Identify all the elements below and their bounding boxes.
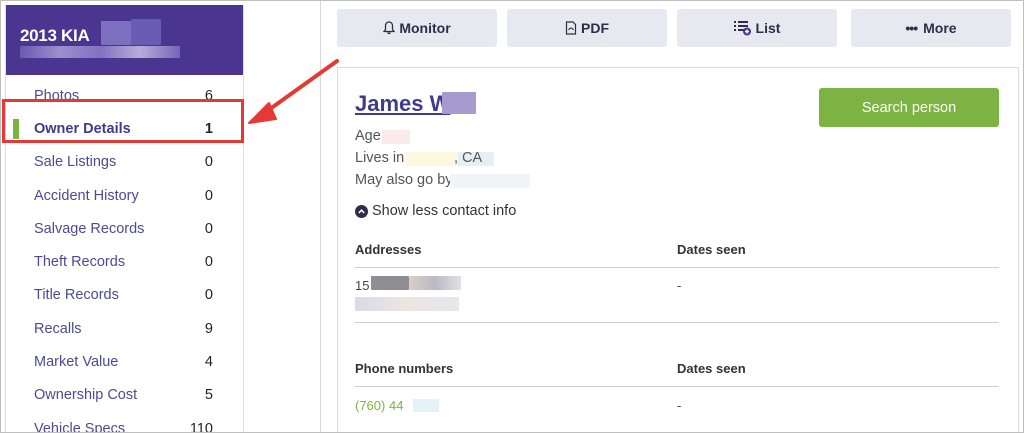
- address-redaction-2: [409, 276, 461, 290]
- sidebar-item-recalls[interactable]: Recalls 9: [6, 312, 243, 345]
- phones-header-rule: [355, 386, 999, 387]
- vehicle-header: 2013 KIA: [6, 5, 243, 75]
- age-redaction: [382, 130, 410, 144]
- address-redaction: [371, 276, 409, 290]
- content-divider: [320, 1, 321, 432]
- sidebar-item-label: Market Value: [34, 354, 119, 371]
- vehicle-title: 2013 KIA: [20, 26, 90, 45]
- surname-redaction: [442, 92, 476, 114]
- list-button[interactable]: List: [677, 9, 837, 47]
- addresses-bottom-rule: [355, 322, 999, 323]
- addresses-header: Addresses: [355, 242, 422, 257]
- aka-redaction: [450, 174, 530, 188]
- bell-icon: [383, 21, 396, 35]
- app-frame: 2013 KIA Photos 6 Owner Details 1 Sale L…: [0, 0, 1024, 433]
- sidebar-item-label: Ownership Cost: [34, 387, 138, 404]
- addresses-header-rule: [355, 267, 999, 268]
- sidebar-item-count: 0: [204, 187, 213, 204]
- search-person-button[interactable]: Search person: [819, 88, 999, 127]
- list-label: List: [755, 20, 781, 36]
- address-line-1: 15: [355, 278, 370, 293]
- city-redaction: [406, 152, 458, 166]
- sidebar-item-label: Title Records: [34, 287, 119, 304]
- sidebar-item-theft-records[interactable]: Theft Records 0: [6, 245, 243, 278]
- phone-numbers-header: Phone numbers: [355, 361, 454, 376]
- monitor-label: Monitor: [399, 20, 451, 36]
- ellipsis-icon: •••: [905, 20, 918, 36]
- report-sidebar: 2013 KIA Photos 6 Owner Details 1 Sale L…: [5, 5, 244, 433]
- add-to-list-icon: [733, 20, 752, 36]
- pdf-file-icon: [565, 21, 577, 35]
- sidebar-item-label: Accident History: [34, 187, 139, 204]
- phone-number-link[interactable]: (760) 44: [355, 398, 403, 413]
- pdf-button[interactable]: PDF: [507, 9, 667, 47]
- sidebar-item-label: Theft Records: [34, 254, 126, 271]
- sidebar-item-count: 0: [204, 254, 213, 271]
- sidebar-item-sale-listings[interactable]: Sale Listings 0: [6, 146, 243, 179]
- sidebar-item-count: 0: [204, 220, 213, 237]
- sidebar-item-count: 0: [204, 154, 213, 171]
- sidebar-item-count: 0: [204, 287, 213, 304]
- sidebar-item-label: Salvage Records: [34, 220, 145, 237]
- sidebar-item-count: 5: [204, 387, 213, 404]
- sidebar-item-label: Recalls: [34, 320, 82, 337]
- aka-label: May also go by: [355, 172, 453, 188]
- state-text: , CA: [454, 150, 483, 166]
- person-name-link[interactable]: James W: [355, 91, 450, 117]
- address-line-2-redaction: [355, 297, 459, 311]
- lives-in-label: Lives in: [355, 150, 405, 166]
- sidebar-item-count: 4: [204, 354, 213, 371]
- pdf-label: PDF: [581, 20, 609, 36]
- vin-redaction: [20, 46, 180, 58]
- vehicle-model-redaction-2: [131, 19, 161, 45]
- owner-details-card: James W Search person Age Lives in , CA …: [337, 67, 1019, 432]
- more-button[interactable]: ••• More: [851, 9, 1011, 47]
- sidebar-item-count: 110: [189, 420, 213, 433]
- sidebar-item-title-records[interactable]: Title Records 0: [6, 279, 243, 312]
- sidebar-item-ownership-cost[interactable]: Ownership Cost 5: [6, 379, 243, 412]
- sidebar-item-label: Vehicle Specs: [34, 420, 126, 433]
- addresses-dates-header: Dates seen: [677, 242, 746, 257]
- contact-info-toggle[interactable]: Show less contact info: [355, 203, 516, 219]
- sidebar-item-salvage-records[interactable]: Salvage Records 0: [6, 212, 243, 245]
- phone-dates-header: Dates seen: [677, 361, 746, 376]
- sidebar-item-vehicle-specs[interactable]: Vehicle Specs 110: [6, 412, 243, 433]
- sidebar-item-count: 9: [204, 320, 213, 337]
- sidebar-item-accident-history[interactable]: Accident History 0: [6, 179, 243, 212]
- age-label: Age: [355, 128, 381, 144]
- phone-dates-value: -: [677, 398, 682, 413]
- annotation-highlight-box: [2, 99, 244, 143]
- monitor-button[interactable]: Monitor: [337, 9, 497, 47]
- chevron-up-circle-icon: [355, 204, 368, 218]
- sidebar-item-market-value[interactable]: Market Value 4: [6, 345, 243, 378]
- more-label: More: [923, 20, 957, 36]
- sidebar-item-label: Sale Listings: [34, 154, 117, 171]
- vehicle-model-redaction: [101, 21, 131, 45]
- toggle-label: Show less contact info: [372, 203, 517, 219]
- phone-redaction: [413, 399, 439, 412]
- address-dates-value: -: [677, 278, 682, 293]
